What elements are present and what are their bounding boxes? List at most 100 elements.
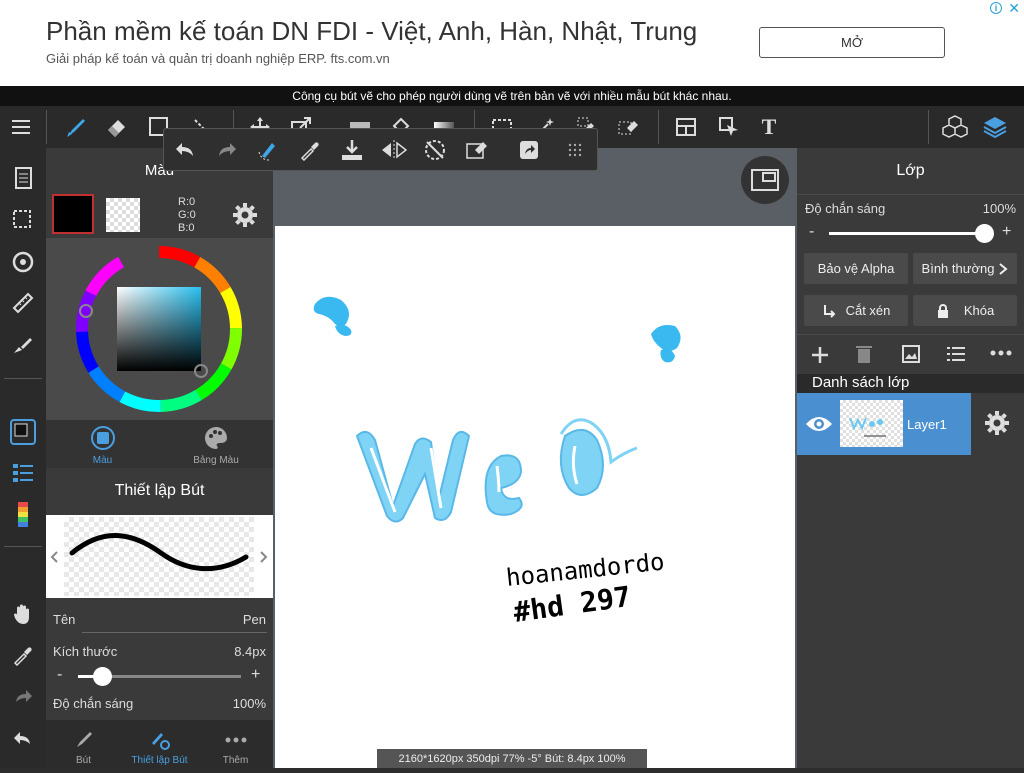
rotate-canvas-icon[interactable]: [9, 248, 37, 276]
redo-icon[interactable]: [214, 137, 240, 163]
undo-icon[interactable]: [9, 725, 37, 753]
layer-opacity-slider[interactable]: [829, 224, 994, 243]
clipping-label: Cắt xén: [845, 303, 891, 318]
redo-icon[interactable]: [9, 683, 37, 711]
layer-actions-row: [797, 334, 1024, 374]
brush-icon: [76, 732, 92, 747]
clear-layer-icon[interactable]: [464, 137, 490, 163]
eyedropper-icon[interactable]: [9, 641, 37, 669]
ruler-icon[interactable]: [9, 289, 37, 317]
lock-icon: [937, 303, 948, 318]
canvas-area[interactable]: hoanamdordo #hd 297 2160*1620px 350dpi 7…: [273, 148, 797, 768]
layer-settings-gear-icon: [985, 411, 1009, 435]
layer-list-header: Danh sách lớp: [797, 374, 1024, 393]
brush-size-label: Kích thước: [53, 644, 118, 659]
background-color-swatch[interactable]: [106, 198, 140, 232]
alpha-protect-button[interactable]: Bảo vệ Alpha: [804, 253, 908, 284]
ad-info-icon[interactable]: i: [990, 2, 1002, 14]
layer-opacity-label: Độ chắn sáng: [805, 201, 886, 216]
layer-opacity-increase-button[interactable]: +: [1002, 223, 1011, 241]
tab-brush[interactable]: Bút: [46, 724, 121, 768]
clipping-arrow-icon: [823, 304, 836, 318]
clipping-button[interactable]: Cắt xén: [804, 295, 908, 326]
blend-mode-button[interactable]: Bình thường: [913, 253, 1017, 284]
brush-size-slider-knob[interactable]: [93, 667, 113, 686]
share-icon[interactable]: [516, 137, 542, 163]
layer-opacity-decrease-button[interactable]: -: [809, 223, 814, 241]
foreground-color-swatch[interactable]: [52, 194, 94, 234]
toolbar-handle-icon[interactable]: [562, 137, 588, 163]
stroke-preview[interactable]: [46, 515, 273, 598]
color-wheel[interactable]: [46, 238, 273, 420]
undo-icon[interactable]: [172, 137, 198, 163]
brush-size-slider[interactable]: [78, 667, 241, 686]
tool-tooltip: Công cụ bút vẽ cho phép người dùng vẽ tr…: [0, 86, 1024, 106]
add-layer-icon[interactable]: [810, 345, 830, 365]
ad-banner[interactable]: Phần mềm kế toán DN FDI - Việt, Anh, Hàn…: [0, 0, 1024, 86]
lock-button[interactable]: Khóa: [913, 295, 1017, 326]
more-dots-icon: [225, 737, 246, 743]
layer-row-layer1[interactable]: Layer1: [797, 393, 971, 455]
color-circle-icon: [90, 426, 115, 450]
selection-eraser-icon[interactable]: [614, 113, 642, 141]
flip-horizontal-icon[interactable]: [381, 137, 407, 163]
layer-settings-button[interactable]: [971, 393, 1024, 455]
brush-opacity-row[interactable]: Độ chắn sáng 100%: [46, 692, 273, 720]
layer-name: Layer1: [907, 417, 947, 432]
tab-palette[interactable]: Bảng Màu: [159, 420, 273, 468]
ad-open-button[interactable]: MỞ: [759, 27, 945, 58]
brush-name-row[interactable]: Tên Pen: [46, 598, 273, 640]
layer-panel-title: Lớp: [896, 162, 925, 179]
brush-tool-icon[interactable]: [62, 113, 90, 141]
navigator-button[interactable]: [741, 156, 789, 204]
next-brush-icon[interactable]: [260, 551, 268, 563]
color-settings-gear-icon[interactable]: [232, 202, 258, 233]
palette-bar-icon[interactable]: [9, 501, 37, 529]
brush-list-icon[interactable]: [9, 459, 37, 487]
tab-pen-settings[interactable]: Thiết lập Bút: [121, 724, 198, 768]
page-manager-icon[interactable]: [9, 164, 37, 192]
brush-size-row: Kích thước 8.4px - +: [46, 640, 273, 692]
reset-rotation-icon[interactable]: [422, 137, 448, 163]
color-wheel-area: [46, 238, 273, 420]
tab-color[interactable]: Màu: [46, 420, 159, 468]
ad-close-icon[interactable]: ✕: [1008, 0, 1020, 17]
layer-opacity-row: Độ chắn sáng 100% - +: [797, 194, 1024, 250]
layer-list-title: Danh sách lớp: [812, 374, 910, 391]
materials-icon[interactable]: [941, 113, 969, 141]
add-image-layer-icon[interactable]: [901, 344, 921, 364]
drawing-canvas[interactable]: hoanamdordo #hd 297: [275, 226, 795, 768]
brush-opacity-value: 100%: [232, 696, 266, 711]
operation-tool-icon[interactable]: [715, 113, 743, 141]
eyedropper-icon[interactable]: [297, 137, 323, 163]
save-download-icon[interactable]: [339, 137, 365, 163]
layer-panel: Lớp Độ chắn sáng 100% - + Bảo vệ Alpha B…: [797, 148, 1024, 768]
brush-size-increase-button[interactable]: +: [251, 666, 260, 684]
stabilizer-brush-icon[interactable]: [256, 137, 282, 163]
hand-tool-icon[interactable]: [9, 600, 37, 628]
canvas-status-bar: 2160*1620px 350dpi 77% -5° Bút: 8.4px 10…: [377, 749, 647, 768]
tab-more[interactable]: Thêm: [198, 724, 273, 768]
frame-divider-icon[interactable]: [672, 113, 700, 141]
quick-access-toolbar: [163, 128, 598, 171]
canvas-artwork: hoanamdordo #hd 297: [313, 296, 681, 629]
ad-subtitle[interactable]: Giải pháp kế toán và quản trị doanh nghi…: [46, 51, 390, 66]
blend-mode-label: Bình thường: [921, 261, 995, 276]
layer-opacity-value: 100%: [982, 201, 1016, 216]
layer-more-icon[interactable]: [990, 349, 1012, 357]
layer-list-icon[interactable]: [947, 345, 965, 363]
menu-icon[interactable]: [7, 113, 35, 141]
layer-opacity-slider-knob[interactable]: [975, 224, 994, 243]
ad-title[interactable]: Phần mềm kế toán DN FDI - Việt, Anh, Hàn…: [46, 16, 697, 47]
previous-brush-icon[interactable]: [50, 551, 58, 563]
selection-icon[interactable]: [9, 206, 37, 234]
color-panel-icon[interactable]: [9, 418, 37, 446]
text-tool-icon[interactable]: T: [755, 113, 783, 141]
brush-size-decrease-button[interactable]: -: [57, 666, 62, 684]
eraser-tool-icon[interactable]: [103, 113, 131, 141]
layers-icon[interactable]: [981, 113, 1009, 141]
delete-layer-icon[interactable]: [855, 344, 873, 364]
visibility-eye-icon[interactable]: [805, 414, 833, 434]
pen-settings-title: Thiết lập Bút: [114, 482, 205, 499]
filter-icon[interactable]: [9, 331, 37, 359]
